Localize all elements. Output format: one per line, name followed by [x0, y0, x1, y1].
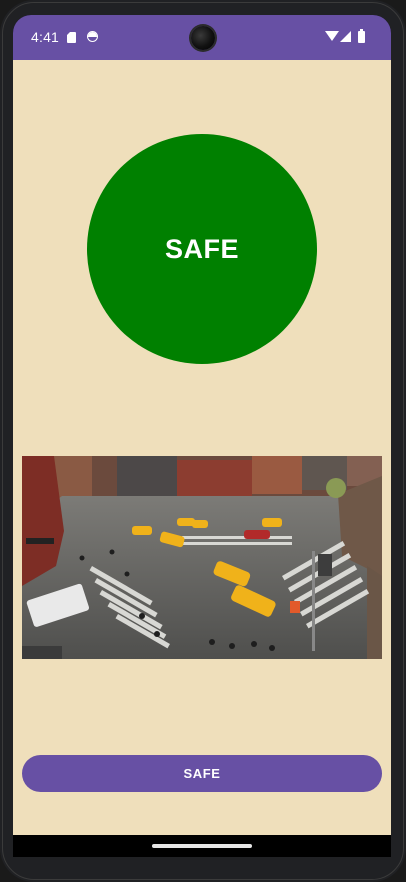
safety-status-label: SAFE — [164, 233, 239, 264]
status-time: 4:41 — [31, 29, 60, 45]
battery-icon — [358, 29, 365, 43]
wifi-icon — [325, 31, 339, 41]
street-intersection-photo — [22, 456, 382, 659]
navigation-bar — [13, 835, 391, 857]
safe-button[interactable]: SAFE — [22, 755, 382, 792]
status-bar: 4:41 — [13, 15, 391, 60]
sd-card-icon — [67, 32, 76, 43]
home-gesture-handle[interactable] — [152, 844, 252, 848]
signal-icon — [340, 31, 351, 42]
phone-screen: 4:41 SAFE SAFE — [13, 15, 391, 857]
main-content: SAFE SAFE — [13, 60, 391, 835]
face-icon — [87, 31, 98, 42]
safety-status-circle: SAFE — [87, 134, 317, 364]
front-camera — [191, 26, 215, 50]
phone-frame: 4:41 SAFE SAFE — [0, 0, 406, 882]
